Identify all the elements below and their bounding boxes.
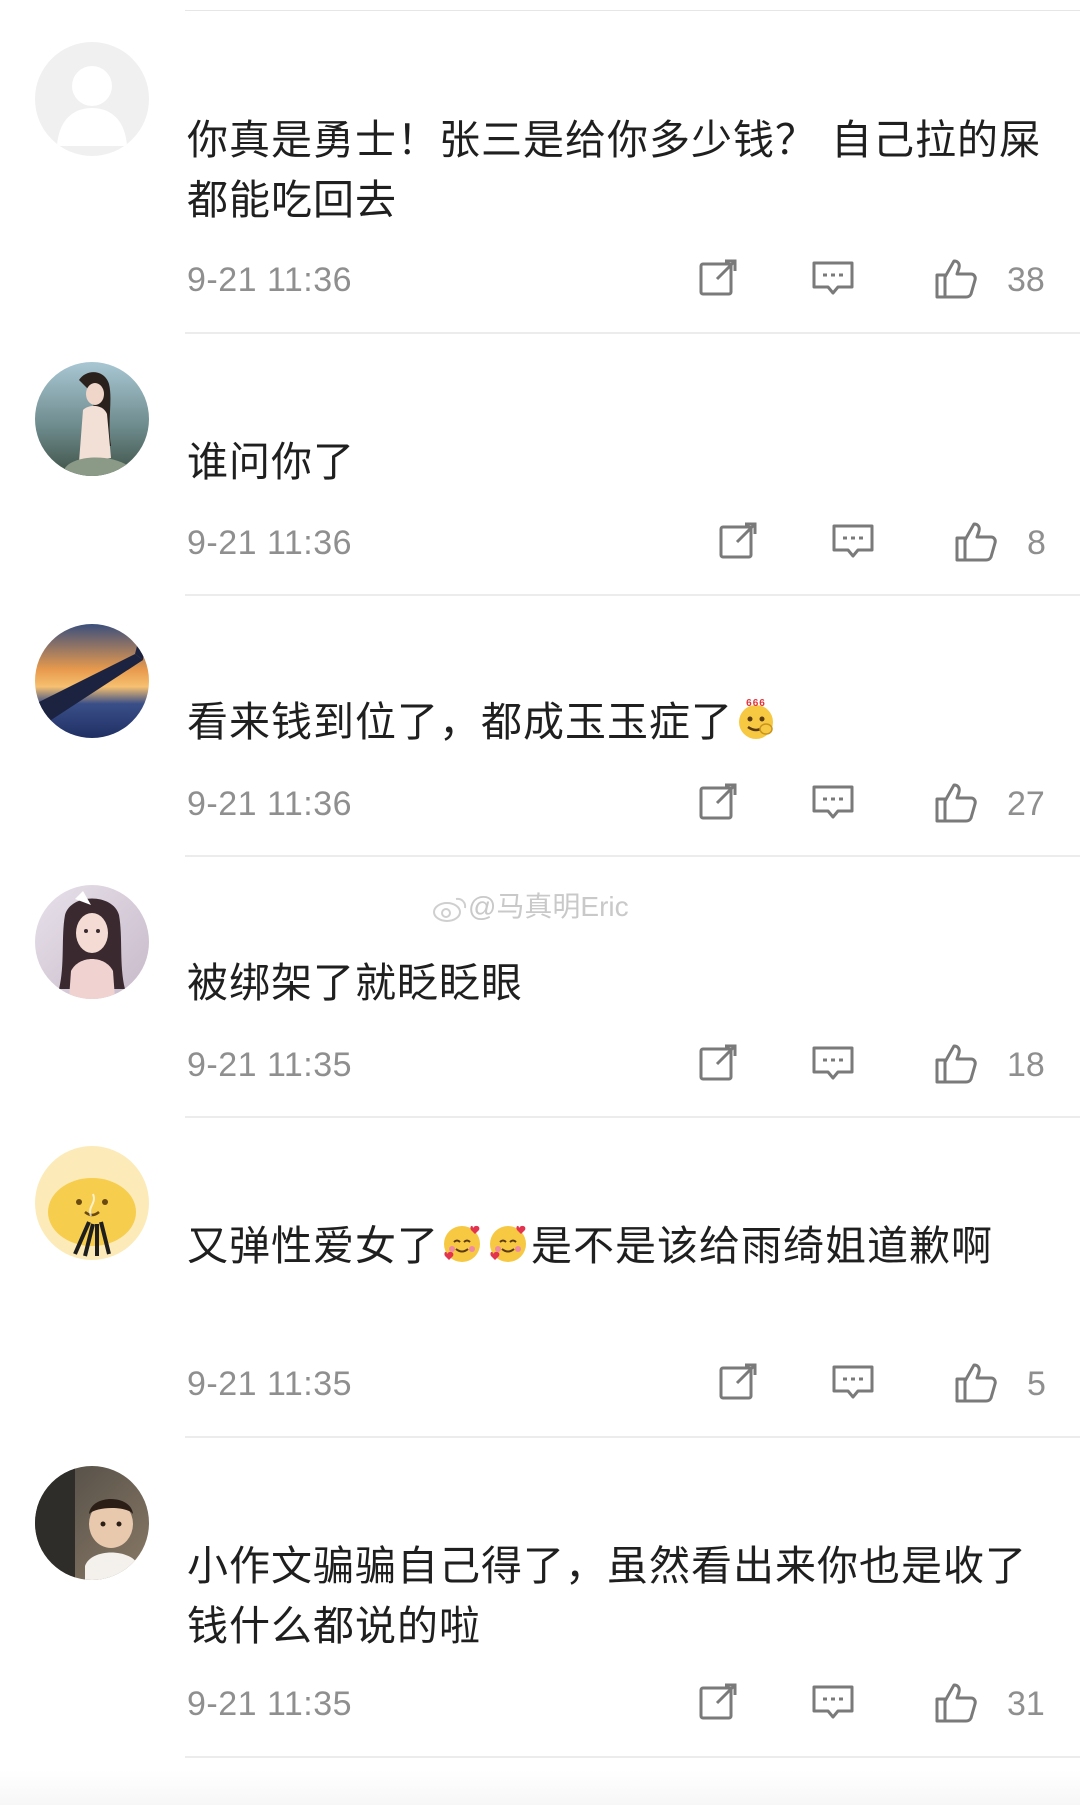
comment-meta: 9-21 11:36 8 (187, 518, 1080, 568)
like-count: 27 (1007, 785, 1045, 823)
share-icon[interactable] (695, 779, 745, 829)
thumbs-up-icon[interactable] (932, 779, 982, 829)
like-count: 18 (1007, 1046, 1045, 1084)
weibo-logo-icon (433, 897, 467, 922)
comment-feed: 你真是勇士！张三是给你多少钱？ 自己拉的屎都能吃回去 9-21 11:36 38 (0, 0, 1080, 1805)
comment-text-content: 看来钱到位了，都成玉玉症了 (187, 698, 733, 746)
top-divider (185, 10, 1080, 11)
watermark-text: @马真明Eric (468, 891, 629, 922)
avatar[interactable] (35, 42, 149, 156)
comment-icon[interactable] (810, 1040, 860, 1090)
comment-meta: 9-21 11:35 18 (187, 1040, 1080, 1090)
avatar[interactable] (35, 1466, 149, 1580)
svg-text:666: 666 (746, 698, 766, 709)
hugging-face-emoji-icon (444, 1225, 480, 1262)
avatar[interactable] (35, 362, 149, 476)
share-icon[interactable] (695, 255, 745, 305)
comment-time: 9-21 11:35 (187, 1046, 353, 1084)
comment-divider (185, 1436, 1080, 1438)
comment-text-content: 又弹性爱女了 (187, 1222, 439, 1270)
comment-text-content: 是不是该给雨绮姐道歉啊 (531, 1222, 993, 1270)
comment-icon[interactable] (830, 1359, 880, 1409)
share-icon[interactable] (695, 1040, 745, 1090)
avatar[interactable] (35, 1146, 149, 1260)
watermark: @马真明Eric (432, 885, 629, 925)
comment-time: 9-21 11:35 (187, 1685, 353, 1723)
thumbs-up-icon[interactable] (952, 518, 1002, 568)
comment-divider (185, 594, 1080, 596)
comment-meta: 9-21 11:36 38 (187, 255, 1080, 305)
comment-icon[interactable] (810, 779, 860, 829)
comment-time: 9-21 11:36 (187, 524, 353, 562)
bottom-edge (0, 1770, 1080, 1805)
avatar[interactable] (35, 885, 149, 999)
comment-icon[interactable] (830, 518, 880, 568)
comment-divider (185, 1116, 1080, 1118)
comment-time: 9-21 11:36 (187, 785, 353, 823)
comment-text: 谁问你了 (187, 438, 355, 486)
thumbs-up-icon[interactable] (932, 255, 982, 305)
like-count: 5 (1027, 1365, 1046, 1403)
comment-text: 被绑架了就眨眨眼 (187, 959, 523, 1007)
comment-divider (185, 332, 1080, 334)
like-count: 31 (1007, 1685, 1045, 1723)
comment-time: 9-21 11:36 (187, 261, 353, 299)
comment-icon[interactable] (810, 1679, 860, 1729)
comment-text: 你真是勇士！张三是给你多少钱？ 自己拉的屎都能吃回去 (187, 116, 1042, 224)
comment-meta: 9-21 11:36 27 (187, 779, 1080, 829)
share-icon[interactable] (695, 1679, 745, 1729)
like-count: 8 (1027, 524, 1046, 562)
avatar[interactable] (35, 624, 149, 738)
comment-time: 9-21 11:35 (187, 1365, 353, 1403)
comment-text: 又弹性爱女了 是不是该给雨绮姐道歉啊 (187, 1216, 1047, 1276)
comment-icon[interactable] (810, 255, 860, 305)
hugging-face-emoji-icon (490, 1225, 526, 1262)
thumbs-up-icon[interactable] (932, 1679, 982, 1729)
share-icon[interactable] (715, 518, 765, 568)
comment-text: 看来钱到位了，都成玉玉症了 666 (187, 692, 1047, 752)
comment-text: 小作文骗骗自己得了，虽然看出来你也是收了钱什么都说的啦 (187, 1542, 1027, 1650)
emoji-666-icon: 666 (739, 698, 773, 739)
thumbs-up-icon[interactable] (932, 1040, 982, 1090)
like-count: 38 (1007, 261, 1045, 299)
thumbs-up-icon[interactable] (952, 1359, 1002, 1409)
comment-divider (185, 855, 1080, 857)
comment-meta: 9-21 11:35 31 (187, 1679, 1080, 1729)
comment-divider (185, 1756, 1080, 1758)
comment-meta: 9-21 11:35 5 (187, 1359, 1080, 1409)
share-icon[interactable] (715, 1359, 765, 1409)
